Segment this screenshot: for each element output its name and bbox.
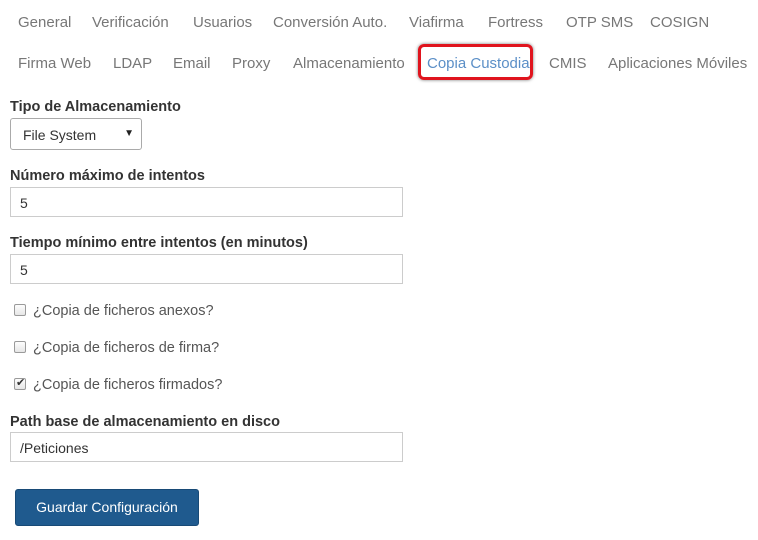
max-attempts-value: 5 [20, 195, 28, 211]
max-attempts-input[interactable]: 5 [10, 187, 403, 217]
save-configuration-button[interactable]: Guardar Configuración [15, 489, 199, 526]
tab-general[interactable]: General [18, 13, 71, 33]
tab-email[interactable]: Email [173, 54, 211, 74]
tab-firma-web[interactable]: Firma Web [18, 54, 91, 74]
max-attempts-label: Número máximo de intentos [10, 168, 205, 184]
storage-type-selected-value: File System [23, 127, 97, 143]
copy-signed-files-checkbox[interactable]: ✔ [14, 377, 26, 390]
copy-signed-files-label: ¿Copia de ficheros firmados? [33, 377, 223, 393]
tab-ldap[interactable]: LDAP [113, 54, 152, 74]
base-path-value: /Peticiones [20, 440, 89, 456]
copy-signature-files-checkbox[interactable] [14, 341, 26, 353]
tab-usuarios[interactable]: Usuarios [193, 13, 252, 33]
check-icon: ✔ [16, 377, 26, 389]
storage-type-select[interactable]: File System ▼ [10, 118, 142, 150]
tab-cosign[interactable]: COSIGN [650, 13, 709, 33]
tab-conversion-auto[interactable]: Conversión Auto. [273, 13, 387, 33]
caret-down-icon: ▼ [124, 128, 134, 139]
tab-almacenamiento[interactable]: Almacenamiento [293, 54, 405, 74]
tab-cmis[interactable]: CMIS [549, 54, 587, 74]
tab-proxy[interactable]: Proxy [232, 54, 270, 74]
active-tab-highlight [418, 44, 533, 80]
base-path-input[interactable]: /Peticiones [10, 432, 403, 462]
copy-attachments-checkbox[interactable] [14, 304, 26, 316]
min-interval-label: Tiempo mínimo entre intentos (en minutos… [10, 235, 308, 251]
base-path-label: Path base de almacenamiento en disco [10, 414, 280, 430]
tab-viafirma[interactable]: Viafirma [409, 13, 464, 33]
copy-signature-files-label: ¿Copia de ficheros de firma? [33, 340, 220, 356]
copia-custodia-settings-page: General Verificación Usuarios Conversión… [0, 0, 758, 540]
min-interval-input[interactable]: 5 [10, 254, 403, 284]
storage-type-label: Tipo de Almacenamiento [10, 99, 181, 115]
tab-otp-sms[interactable]: OTP SMS [566, 13, 633, 33]
min-interval-value: 5 [20, 262, 28, 278]
tab-verificacion[interactable]: Verificación [92, 13, 169, 33]
tab-aplicaciones-moviles[interactable]: Aplicaciones Móviles [608, 54, 747, 74]
copy-attachments-label: ¿Copia de ficheros anexos? [33, 303, 214, 319]
tab-fortress[interactable]: Fortress [488, 13, 543, 33]
